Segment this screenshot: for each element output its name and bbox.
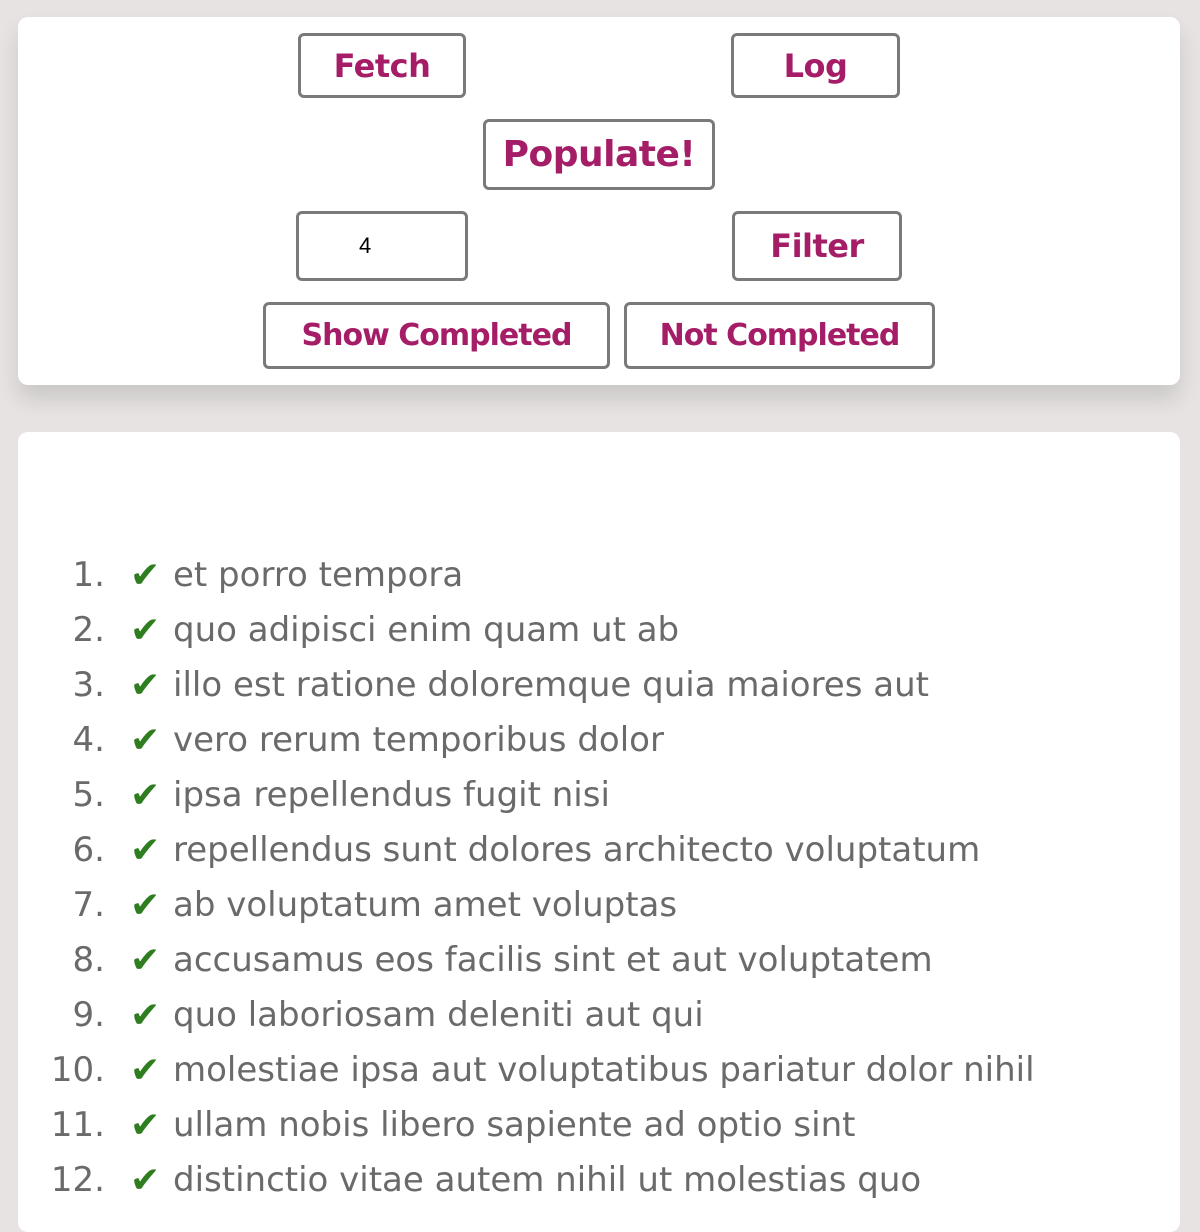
list-item: 5. ✔ ipsa repellendus fugit nisi <box>18 768 1168 823</box>
checkmark-icon: ✔ <box>130 665 161 706</box>
checkmark-icon: ✔ <box>130 995 161 1036</box>
list-item-number: 2. <box>72 610 105 650</box>
checkmark-icon: ✔ <box>130 555 161 596</box>
list-item: 2. ✔ quo adipisci enim quam ut ab <box>18 603 1168 658</box>
list-item-number: 10. <box>50 1050 105 1090</box>
todo-title: et porro tempora <box>173 555 464 595</box>
list-item-number: 6. <box>72 830 105 870</box>
todo-title: ullam nobis libero sapiente ad optio sin… <box>173 1105 856 1145</box>
checkmark-icon: ✔ <box>130 610 161 651</box>
list-item-number: 11. <box>50 1105 105 1145</box>
not-completed-button[interactable]: Not Completed <box>624 302 935 369</box>
list-item-number: 8. <box>72 940 105 980</box>
list-item-number: 7. <box>72 885 105 925</box>
todo-title: molestiae ipsa aut voluptatibus pariatur… <box>173 1050 1035 1090</box>
todo-title: vero rerum temporibus dolor <box>173 720 664 760</box>
list-item: 10. ✔ molestiae ipsa aut voluptatibus pari… <box>18 1043 1168 1098</box>
checkmark-icon: ✔ <box>130 720 161 761</box>
filter-user-input[interactable] <box>296 211 468 281</box>
list-item-number: 3. <box>72 665 105 705</box>
todo-title: quo adipisci enim quam ut ab <box>173 610 680 650</box>
checkmark-icon: ✔ <box>130 830 161 871</box>
list-item: 1. ✔ et porro tempora <box>18 548 1168 603</box>
list-item: 8. ✔ accusamus eos facilis sint et aut vol… <box>18 933 1168 988</box>
todo-title: repellendus sunt dolores architecto volu… <box>173 830 981 870</box>
checkmark-icon: ✔ <box>130 940 161 981</box>
list-item-number: 1. <box>72 555 105 595</box>
populate-button[interactable]: Populate! <box>483 119 715 190</box>
filter-button[interactable]: Filter <box>732 211 902 281</box>
checkmark-icon: ✔ <box>130 1050 161 1091</box>
fetch-button[interactable]: Fetch <box>298 33 466 98</box>
todo-title: illo est ratione doloremque quia maiores… <box>173 665 929 705</box>
list-item: 6. ✔ repellendus sunt dolores architecto v… <box>18 823 1168 878</box>
checkmark-icon: ✔ <box>130 775 161 816</box>
todo-title: quo laboriosam deleniti aut qui <box>173 995 704 1035</box>
controls-panel: Fetch Log Populate! Filter Show Complete… <box>18 17 1180 385</box>
list-item: 7. ✔ ab voluptatum amet voluptas <box>18 878 1168 933</box>
todo-title: ipsa repellendus fugit nisi <box>173 775 610 815</box>
todo-list: 1. ✔ et porro tempora 2. ✔ quo adipisci enim … <box>18 548 1168 1208</box>
list-item: 3. ✔ illo est ratione doloremque quia maio… <box>18 658 1168 713</box>
checkmark-icon: ✔ <box>130 885 161 926</box>
todo-title: accusamus eos facilis sint et aut volupt… <box>173 940 933 980</box>
list-item-number: 5. <box>72 775 105 815</box>
list-item: 11. ✔ ullam nobis libero sapiente ad optio… <box>18 1098 1168 1153</box>
todo-title: ab voluptatum amet voluptas <box>173 885 678 925</box>
checkmark-icon: ✔ <box>130 1105 161 1146</box>
log-button[interactable]: Log <box>731 33 900 98</box>
show-completed-button[interactable]: Show Completed <box>263 302 610 369</box>
list-item-number: 4. <box>72 720 105 760</box>
list-item: 9. ✔ quo laboriosam deleniti aut qui <box>18 988 1168 1043</box>
todo-list-panel: 1. ✔ et porro tempora 2. ✔ quo adipisci enim … <box>18 432 1180 1232</box>
list-item-number: 9. <box>72 995 105 1035</box>
list-item: 4. ✔ vero rerum temporibus dolor <box>18 713 1168 768</box>
